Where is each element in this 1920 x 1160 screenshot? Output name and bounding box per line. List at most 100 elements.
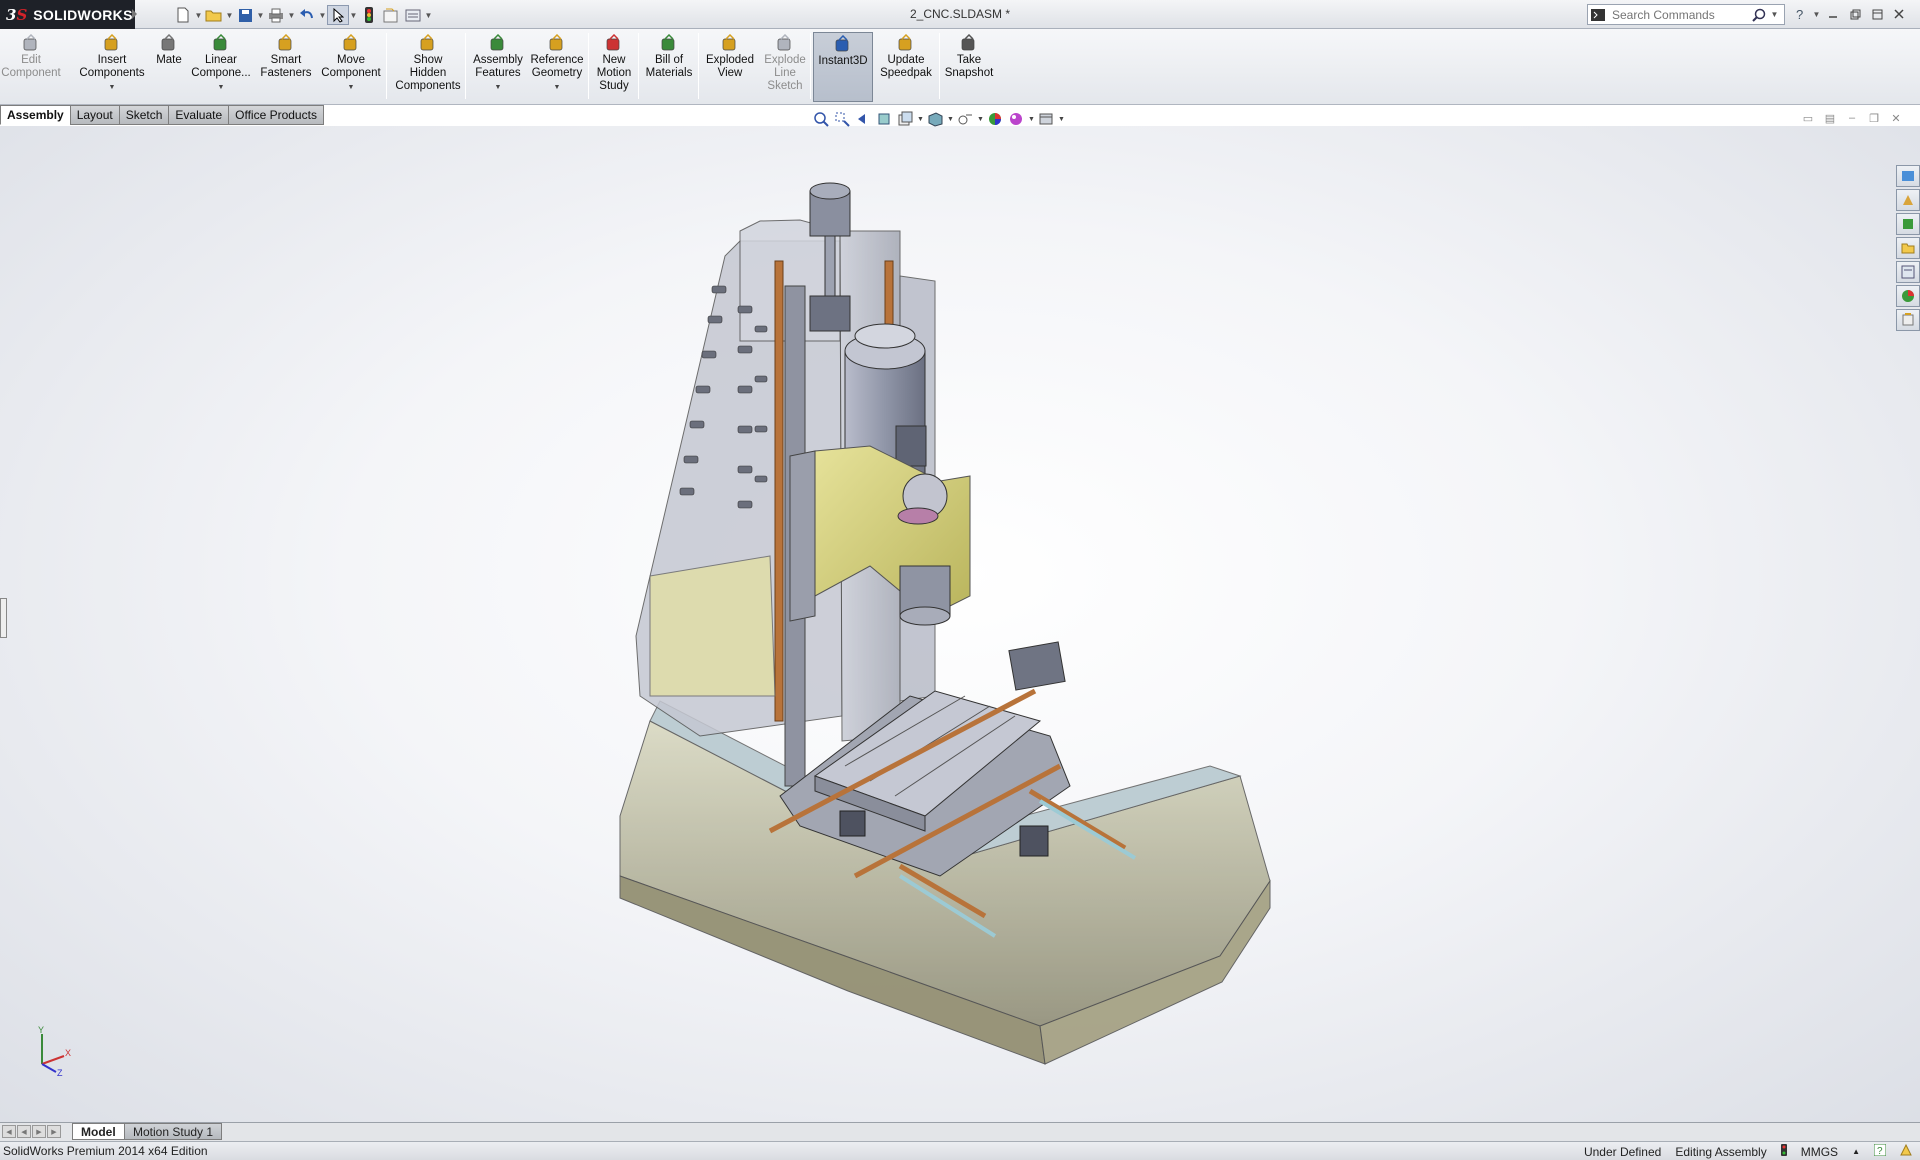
zoom-to-area-icon[interactable]	[833, 110, 851, 128]
bom-icon	[661, 34, 675, 51]
save-icon[interactable]	[234, 5, 256, 25]
zoom-to-fit-icon[interactable]	[812, 110, 830, 128]
open-folder-icon[interactable]	[203, 5, 225, 25]
units-up-arrow-icon[interactable]: ▲	[1852, 1147, 1860, 1156]
chevron-down-icon[interactable]: ▼	[1770, 5, 1779, 25]
file-explorer-icon[interactable]	[1896, 213, 1920, 235]
tab-office-products[interactable]: Office Products	[228, 105, 324, 125]
ribbon-button-mate[interactable]: Mate	[152, 32, 186, 102]
help-status-icon[interactable]: ?	[1873, 1143, 1887, 1159]
chevron-down-icon[interactable]: ▼	[977, 116, 984, 123]
tab-layout[interactable]: Layout	[69, 105, 120, 125]
tab-scroll-arrows: ◀ ◀ ▶ ▶	[2, 1125, 61, 1138]
options-icon[interactable]	[402, 5, 424, 25]
chevron-down-icon[interactable]: ▼	[194, 5, 203, 25]
ribbon-button-exploded-view[interactable]: Exploded View	[702, 32, 758, 102]
help-icon[interactable]: ?	[1790, 4, 1810, 24]
menu-flyout-arrow-icon[interactable]	[132, 9, 137, 19]
restore-icon[interactable]	[1845, 4, 1865, 24]
ribbon-button-snapshot[interactable]: Take Snapshot	[940, 32, 998, 102]
print-icon[interactable]	[265, 5, 287, 25]
split-view-icon[interactable]: ▭	[1800, 111, 1816, 125]
tab-evaluate[interactable]: Evaluate	[168, 105, 230, 125]
chevron-down-icon[interactable]: ▼	[1058, 116, 1065, 123]
undo-icon[interactable]	[296, 5, 318, 25]
chevron-down-icon[interactable]: ▼	[424, 5, 433, 25]
tab-assembly[interactable]: Assembly	[0, 105, 71, 125]
ribbon-button-bom[interactable]: Bill of Materials	[642, 32, 696, 102]
chevron-down-icon[interactable]: ▼	[287, 5, 296, 25]
solidworks-logo[interactable]: 3S SOLIDWORKS	[0, 0, 135, 29]
ribbon-button-insert-components[interactable]: Insert Components ▼	[76, 32, 148, 102]
minimize-viewport-icon[interactable]: –	[1844, 111, 1860, 125]
ribbon-button-linear-pattern[interactable]: Linear Compone... ▼	[190, 32, 252, 102]
graphics-area[interactable]: Y X Z	[0, 126, 1920, 1122]
tab-model[interactable]: Model	[72, 1123, 125, 1140]
dynamic-annotation-icon[interactable]	[896, 110, 914, 128]
ribbon-button-show-hidden[interactable]: Show Hidden Components	[394, 32, 462, 102]
tab-motion-study-1[interactable]: Motion Study 1	[124, 1123, 223, 1140]
search-commands-box[interactable]: ▼	[1587, 4, 1785, 25]
rebuild-traffic-light-icon[interactable]	[358, 5, 380, 25]
custom-properties-icon[interactable]	[1896, 309, 1920, 331]
linear-pattern-icon	[213, 34, 227, 51]
chevron-down-icon[interactable]: ▼	[349, 5, 358, 25]
previous-tab-arrow-icon[interactable]: ◀	[17, 1125, 31, 1138]
chevron-down-icon[interactable]: ▼	[225, 5, 234, 25]
chevron-down-icon[interactable]: ▼	[1812, 4, 1821, 24]
search-icon[interactable]	[1748, 5, 1770, 24]
chevron-down-icon[interactable]: ▼	[554, 81, 561, 94]
file-properties-icon[interactable]	[380, 5, 402, 25]
view-palette-icon[interactable]	[1896, 261, 1920, 283]
previous-view-icon[interactable]	[854, 110, 872, 128]
chevron-down-icon[interactable]: ▼	[109, 81, 116, 94]
view-orientation-icon[interactable]	[926, 110, 944, 128]
appearances-icon[interactable]	[1896, 285, 1920, 307]
view-settings-icon[interactable]	[1037, 110, 1055, 128]
ribbon-button-instant3d[interactable]: Instant3D	[813, 32, 873, 102]
display-style-icon[interactable]	[956, 110, 974, 128]
ribbon-button-move-component[interactable]: Move Component ▼	[318, 32, 384, 102]
edit-appearance-icon[interactable]	[986, 110, 1004, 128]
minimize-icon[interactable]	[1823, 4, 1843, 24]
folder-icon[interactable]	[1896, 237, 1920, 259]
apply-scene-icon[interactable]	[1007, 110, 1025, 128]
first-tab-arrow-icon[interactable]: ◀	[2, 1125, 16, 1138]
ribbon-button-speedpak[interactable]: Update Speedpak	[876, 32, 936, 102]
chevron-down-icon[interactable]: ▼	[1028, 116, 1035, 123]
search-input[interactable]	[1608, 7, 1748, 22]
close-viewport-icon[interactable]: ✕	[1888, 111, 1904, 125]
ribbon-button-reference-geometry[interactable]: Reference Geometry ▼	[528, 32, 586, 102]
feature-manager-flyout-handle[interactable]	[0, 598, 7, 638]
close-icon[interactable]	[1889, 4, 1909, 24]
ribbon-button-edit-component[interactable]: Edit Component	[1, 32, 61, 102]
section-view-icon[interactable]	[875, 110, 893, 128]
new-document-icon[interactable]	[172, 5, 194, 25]
chevron-down-icon[interactable]: ▼	[917, 116, 924, 123]
tab-sketch[interactable]: Sketch	[118, 105, 170, 125]
ribbon-button-assembly-features[interactable]: Assembly Features ▼	[470, 32, 526, 102]
chevron-down-icon[interactable]: ▼	[947, 116, 954, 123]
chevron-down-icon[interactable]: ▼	[256, 5, 265, 25]
unit-system[interactable]: MMGS	[1801, 1145, 1838, 1159]
tile-icon[interactable]	[1867, 4, 1887, 24]
chevron-down-icon[interactable]: ▼	[495, 81, 502, 94]
next-tab-arrow-icon[interactable]: ▶	[32, 1125, 46, 1138]
edition-text: SolidWorks Premium 2014 x64 Edition	[3, 1144, 208, 1158]
cnc-assembly-model[interactable]	[600, 176, 1340, 1086]
rebuild-indicator-icon[interactable]	[1780, 1144, 1787, 1159]
last-tab-arrow-icon[interactable]: ▶	[47, 1125, 61, 1138]
design-library-icon[interactable]	[1896, 189, 1920, 211]
solidworks-resources-icon[interactable]	[1896, 165, 1920, 187]
select-pointer-icon[interactable]	[327, 5, 349, 25]
restore-viewport-icon[interactable]: ❐	[1866, 111, 1882, 125]
chevron-down-icon[interactable]: ▼	[318, 5, 327, 25]
ribbon-button-label: Smart Fasteners	[260, 54, 312, 79]
tile-view-icon[interactable]: ▤	[1822, 111, 1838, 125]
chevron-down-icon[interactable]: ▼	[218, 81, 225, 94]
ribbon-button-explode-line[interactable]: Explode Line Sketch	[760, 32, 810, 102]
chevron-down-icon[interactable]: ▼	[348, 81, 355, 94]
notification-icon[interactable]	[1900, 1143, 1912, 1159]
ribbon-button-motion-study[interactable]: New Motion Study	[592, 32, 636, 102]
ribbon-button-smart-fasteners[interactable]: Smart Fasteners	[256, 32, 316, 102]
